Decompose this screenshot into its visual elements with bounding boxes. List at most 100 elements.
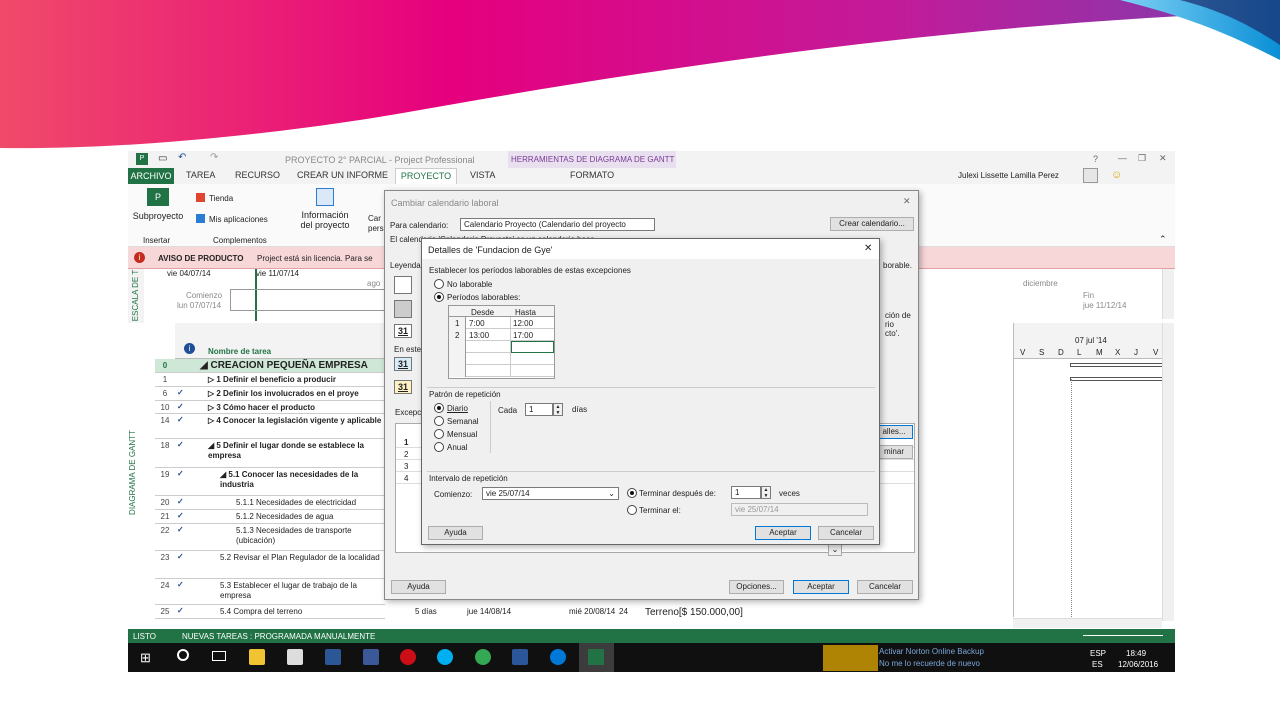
inner-cancelar-button[interactable]: Cancelar (818, 526, 874, 540)
inner-aceptar-button[interactable]: Aceptar (755, 526, 811, 540)
restore-icon[interactable]: ❐ (1138, 153, 1146, 164)
table-row[interactable]: 25 ✓ 5.4 Compra del terreno (155, 605, 385, 619)
tab-vista[interactable]: VISTA (470, 170, 495, 180)
mensual-radio[interactable] (434, 429, 444, 439)
table-row[interactable]: 24 ✓ 5.3 Establecer el lugar de trabajo de… (155, 579, 385, 605)
outer-aceptar-button[interactable]: Aceptar (793, 580, 849, 594)
status-nuevas-tareas[interactable]: NUEVAS TAREAS : PROGRAMADA MANUALMENTE (182, 632, 375, 641)
minimize-icon[interactable]: — (1118, 153, 1127, 163)
timescale-scrollbar[interactable] (1162, 269, 1174, 319)
tab-formato[interactable]: FORMATO (570, 170, 614, 180)
windows-start-icon[interactable]: ⊞ (140, 650, 151, 666)
comienzo-select[interactable]: vie 25/07/14 ⌄ (482, 487, 619, 500)
tab-proyecto[interactable]: PROYECTO (395, 168, 457, 184)
cada-spinner[interactable]: ▲ ▼ (553, 403, 563, 416)
veces-input[interactable]: 1 (731, 486, 761, 499)
outer-close-icon[interactable]: ✕ (903, 196, 911, 207)
period-row[interactable] (449, 365, 554, 377)
task-name[interactable]: ◢ CREACION PEQUEÑA EMPRESA (200, 361, 390, 371)
row25-pred[interactable]: 24 (619, 607, 628, 616)
tab-recurso[interactable]: RECURSO (235, 170, 280, 180)
task-name[interactable]: ◢ 5.1 Conocer las necesidades de la indu… (200, 470, 390, 490)
table-row[interactable]: 14 ✓ ▷ 4 Conocer la legislación vigente y … (155, 414, 385, 439)
no-laborable-radio[interactable] (434, 279, 444, 289)
veces-spinner[interactable]: ▲ ▼ (761, 486, 771, 499)
store-icon[interactable] (287, 649, 303, 665)
undo-icon[interactable]: ↶ (178, 152, 186, 163)
task-name[interactable]: 5.1.1 Necesidades de electricidad (200, 498, 390, 508)
row25-end[interactable]: mié 20/08/14 (569, 607, 615, 616)
smiley-icon[interactable]: ☺ (1111, 169, 1122, 181)
search-icon[interactable] (177, 649, 189, 661)
para-calendario-select[interactable]: Calendario Proyecto (Calendario del proy… (460, 218, 655, 231)
outer-cancelar-button[interactable]: Cancelar (857, 580, 913, 594)
tab-crear-informe[interactable]: CREAR UN INFORME (297, 170, 388, 180)
period-row[interactable]: 1 7:00 12:00 (449, 317, 554, 329)
task-name[interactable]: ▷ 1 Definir el beneficio a producir (200, 375, 390, 385)
crear-calendario-button[interactable]: Crear calendario... (830, 217, 914, 231)
chrome-icon[interactable] (475, 649, 491, 665)
table-row[interactable]: 20 ✓ 5.1.1 Necesidades de electricidad (155, 496, 385, 510)
diario-radio[interactable] (434, 403, 444, 413)
tab-archivo[interactable]: ARCHIVO (128, 168, 174, 184)
project-taskbar-icon[interactable] (579, 643, 614, 672)
opciones-button[interactable]: Opciones... (729, 580, 784, 594)
task-name[interactable]: 5.3 Establecer el lugar de trabajo de la… (200, 581, 390, 601)
task-name[interactable]: ◢ 5 Definir el lugar donde se establece … (200, 441, 390, 461)
table-row[interactable]: 22 ✓ 5.1.3 Necesidades de transporte (ubic… (155, 524, 385, 551)
norton-text-2[interactable]: No me lo recuerde de nuevo (879, 659, 980, 668)
task-view-icon[interactable] (212, 651, 226, 661)
detalles-button[interactable]: alles... (875, 425, 913, 439)
outer-ayuda-button[interactable]: Ayuda (391, 580, 446, 594)
table-row[interactable]: 18 ✓ ◢ 5 Definir el lugar donde se estable… (155, 439, 385, 468)
row25-resource[interactable]: Terreno[$ 150.000,00] (645, 607, 743, 618)
inner-close-icon[interactable]: ✕ (864, 243, 872, 254)
period-row[interactable]: 2 13:00 17:00 (449, 329, 554, 341)
skype-icon[interactable] (437, 649, 453, 665)
row25-duration[interactable]: 5 días (415, 607, 437, 616)
save-icon[interactable]: ▭ (158, 153, 167, 164)
eliminar-button[interactable]: minar (875, 445, 913, 459)
chart-scrollbar[interactable] (1162, 323, 1174, 621)
terminar-el-select[interactable]: vie 25/07/14 (731, 503, 868, 516)
tienda-button[interactable]: Tienda (209, 194, 233, 203)
column-nombre-tarea[interactable]: Nombre de tarea (208, 347, 271, 356)
period-row[interactable] (449, 353, 554, 365)
close-icon[interactable]: ✕ (1159, 153, 1167, 164)
table-row[interactable]: 19 ✓ ◢ 5.1 Conocer las necesidades de la i… (155, 468, 385, 496)
excepciones-tab[interactable]: Excepc (395, 408, 421, 417)
subproyecto-button[interactable]: P Subproyecto (131, 188, 185, 228)
row25-start[interactable]: jue 14/08/14 (467, 607, 511, 616)
task-name[interactable]: 5.2 Revisar el Plan Regulador de la loca… (200, 553, 390, 563)
norton-text-1[interactable]: Activar Norton Online Backup (879, 647, 984, 656)
task-name[interactable]: 5.1.2 Necesidades de agua (200, 512, 390, 522)
collapse-ribbon-icon[interactable]: ⌃ (1159, 234, 1167, 245)
avatar[interactable] (1083, 168, 1098, 183)
zoom-slider[interactable] (1083, 635, 1163, 636)
period-active-cell[interactable] (511, 341, 554, 353)
task-name[interactable]: ▷ 4 Conocer la legislación vigente y apl… (200, 416, 390, 426)
help-icon[interactable]: ? (1093, 154, 1098, 164)
task-name[interactable]: ▷ 2 Definir los involucrados en el proye (200, 389, 390, 399)
semanal-radio[interactable] (434, 416, 444, 426)
user-name[interactable]: Julexi Lissette Lamilla Perez (958, 171, 1059, 180)
cada-input[interactable]: 1 (525, 403, 553, 416)
opera-icon[interactable] (400, 649, 416, 665)
clock-date[interactable]: 12/06/2016 (1118, 660, 1158, 669)
input-lang[interactable]: ESP (1090, 649, 1106, 658)
periodos-laborables-radio[interactable] (434, 292, 444, 302)
table-row[interactable]: 1 ▷ 1 Definir el beneficio a producir (155, 373, 385, 387)
horizontal-scrollbar[interactable] (1013, 618, 1162, 628)
task-name[interactable]: ▷ 3 Cómo hacer el producto (200, 403, 390, 413)
terminar-el-radio[interactable] (627, 505, 637, 515)
facebook-icon[interactable] (363, 649, 379, 665)
summary-row[interactable]: 0 ◢ CREACION PEQUEÑA EMPRESA (155, 359, 385, 373)
task-name[interactable]: 5.4 Compra del terreno (200, 607, 390, 617)
redo-icon[interactable]: ↷ (210, 152, 218, 163)
terminar-despues-radio[interactable] (627, 488, 637, 498)
table-row[interactable]: 21 ✓ 5.1.2 Necesidades de agua (155, 510, 385, 524)
word-icon[interactable] (512, 649, 528, 665)
inner-ayuda-button[interactable]: Ayuda (428, 526, 483, 540)
tab-tarea[interactable]: TAREA (186, 170, 215, 180)
info-proyecto-button[interactable]: Información del proyecto (296, 188, 354, 230)
